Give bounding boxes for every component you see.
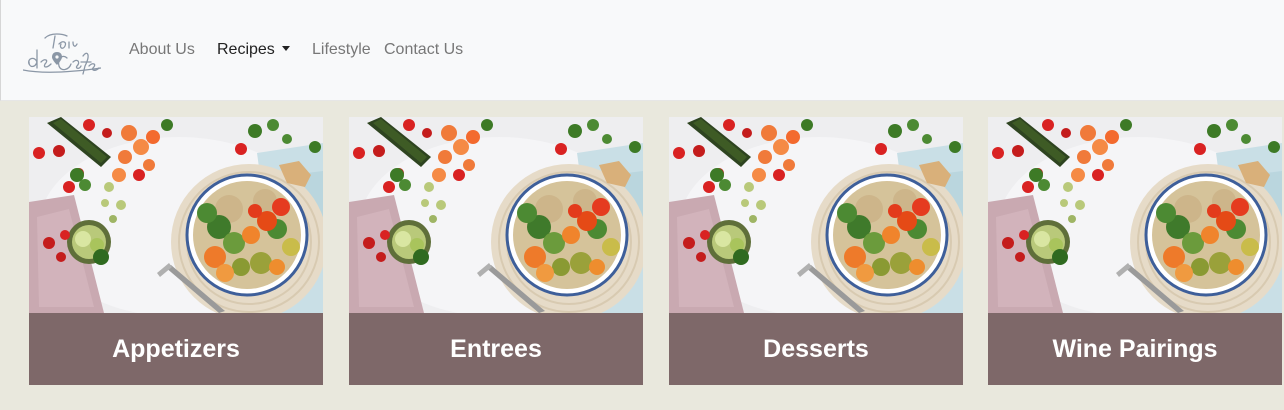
salad-bowl-photo bbox=[29, 117, 323, 313]
card-title: Desserts bbox=[669, 313, 963, 385]
nav-item-lifestyle[interactable]: Lifestyle bbox=[312, 40, 371, 60]
card-title: Appetizers bbox=[29, 313, 323, 385]
nav-label: About Us bbox=[129, 41, 195, 58]
recipe-card-appetizers[interactable]: Appetizers bbox=[29, 117, 323, 385]
salad-bowl-photo bbox=[988, 117, 1282, 313]
salad-bowl-photo bbox=[349, 117, 643, 313]
nav-item-recipes[interactable]: Recipes bbox=[217, 40, 290, 60]
recipe-card-entrees[interactable]: Entrees bbox=[349, 117, 643, 385]
nav-label: Recipes bbox=[217, 41, 275, 58]
card-title: Wine Pairings bbox=[988, 313, 1282, 385]
card-title: Entrees bbox=[349, 313, 643, 385]
recipe-card-wine-pairings[interactable]: Wine Pairings bbox=[988, 117, 1282, 385]
logo-script-mark bbox=[23, 33, 101, 75]
caret-down-icon bbox=[281, 46, 290, 51]
recipe-card-desserts[interactable]: Desserts bbox=[669, 117, 963, 385]
nav-label: Contact Us bbox=[384, 41, 464, 58]
nav-label: Lifestyle bbox=[312, 41, 371, 58]
salad-bowl-photo bbox=[669, 117, 963, 313]
brand-logo[interactable] bbox=[23, 28, 101, 76]
nav-item-contact-us[interactable]: Contact Us bbox=[384, 40, 463, 60]
nav-item-about-us[interactable]: About Us bbox=[129, 40, 195, 60]
navbar: About Us Recipes Lifestyle Contact Us bbox=[0, 0, 1284, 101]
